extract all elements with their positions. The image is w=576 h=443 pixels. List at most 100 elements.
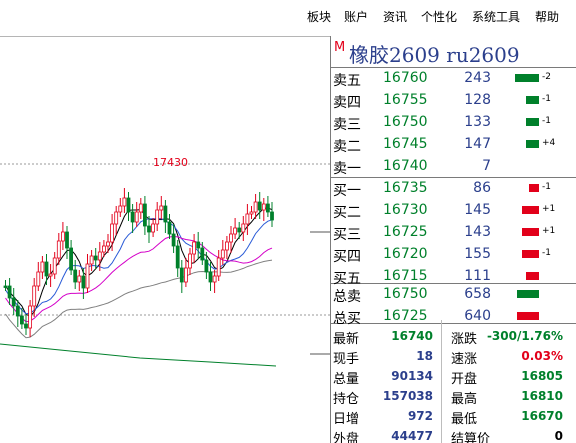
order-volume: 145: [464, 202, 491, 218]
stat-value: -300/1.76%: [486, 329, 563, 343]
order-price[interactable]: 16750: [383, 114, 428, 130]
candle-body: [179, 267, 184, 283]
order-book-row[interactable]: 总买 16725 640: [331, 306, 576, 328]
order-price[interactable]: 16750: [383, 286, 428, 302]
candle-body: [32, 285, 37, 307]
volume-change: -1: [542, 116, 551, 126]
menu-item-help[interactable]: 帮助: [535, 8, 559, 25]
order-book-row[interactable]: 卖四 16755 128 -1: [331, 90, 576, 112]
candle-body: [229, 233, 233, 243]
order-volume: 7: [482, 158, 491, 174]
candle-body: [3, 285, 8, 288]
order-volume: 658: [464, 286, 491, 302]
candle-body: [24, 323, 28, 329]
order-level-label: 卖一: [333, 161, 361, 177]
order-book-row[interactable]: 总卖 16750 658: [331, 284, 576, 306]
stat-label: 最低: [451, 412, 478, 427]
contract-title[interactable]: 橡胶2609 ru2609: [349, 39, 520, 68]
candle-body: [151, 223, 156, 233]
menu-item-account[interactable]: 账户: [344, 8, 368, 25]
stat-value: 90134: [391, 369, 433, 383]
candle-body: [155, 209, 160, 225]
order-price[interactable]: 16735: [383, 180, 428, 196]
candle-body: [208, 271, 213, 283]
menu-item-personalize[interactable]: 个性化: [421, 8, 457, 25]
order-book-row[interactable]: 买一 16735 86 -1: [331, 178, 576, 200]
order-level-label: 买四: [333, 249, 361, 265]
volume-change: +4: [542, 138, 556, 148]
order-price[interactable]: 16730: [383, 202, 428, 218]
candle-body: [237, 227, 242, 233]
candle-body: [69, 247, 73, 271]
order-level-label: 买一: [333, 183, 361, 199]
menu-item-sector[interactable]: 板块: [307, 8, 331, 25]
order-price[interactable]: 16720: [383, 246, 428, 262]
candle-body: [142, 203, 147, 227]
order-level-label: 总买: [333, 311, 361, 327]
order-level-label: 总卖: [333, 289, 361, 305]
order-level-label: 卖五: [333, 73, 361, 89]
candle-body: [196, 241, 201, 249]
kline-chart-canvas: [0, 36, 330, 367]
order-volume: 111: [464, 268, 491, 284]
order-volume: 155: [464, 246, 491, 262]
order-book-row[interactable]: 卖三 16750 133 -1: [331, 112, 576, 134]
candle-body: [7, 285, 12, 299]
order-volume: 640: [464, 308, 491, 324]
order-book-row[interactable]: 卖五 16760 243 -2: [331, 68, 576, 90]
order-book-row[interactable]: 买二 16730 145 +1: [331, 200, 576, 222]
volume-change: +1: [542, 204, 556, 214]
candle-body: [28, 305, 33, 329]
candle-body: [81, 275, 86, 289]
order-price[interactable]: 16725: [383, 224, 428, 240]
stat-label: 涨跌: [451, 332, 478, 347]
candle-body: [257, 201, 262, 211]
stat-value: 972: [407, 409, 433, 423]
stat-label: 总量: [333, 372, 360, 387]
candle-body: [102, 245, 106, 253]
order-price[interactable]: 16740: [383, 158, 428, 174]
volume-bar: [526, 96, 539, 104]
candle-body: [56, 240, 61, 259]
volume-change: -2: [542, 72, 551, 82]
stat-value: 16670: [521, 409, 563, 423]
candle-body: [106, 241, 110, 247]
candle-body: [200, 247, 205, 261]
order-volume: 128: [464, 92, 491, 108]
quote-header: M 橡胶2609 ru2609: [331, 36, 576, 68]
candle-body: [220, 249, 225, 259]
order-volume: 143: [464, 224, 491, 240]
order-price[interactable]: 16755: [383, 92, 428, 108]
candle-body: [265, 203, 270, 213]
menu-item-news[interactable]: 资讯: [383, 8, 407, 25]
candle-body: [233, 227, 238, 235]
order-price[interactable]: 16725: [383, 308, 428, 324]
volume-bar: [522, 228, 539, 236]
volume-change: -1: [542, 94, 551, 104]
candle-body: [204, 259, 209, 273]
order-level-label: 买三: [333, 227, 361, 243]
stat-label: 持仓: [333, 392, 360, 407]
volume-bar: [526, 272, 539, 280]
order-price[interactable]: 16745: [383, 136, 428, 152]
order-price[interactable]: 16715: [383, 268, 428, 284]
candle-body: [130, 211, 135, 223]
order-price[interactable]: 16760: [383, 70, 428, 86]
volume-bar: [515, 74, 539, 82]
menu-bar: 板块 账户 资讯 个性化 系统工具 帮助: [0, 0, 576, 31]
order-book-row[interactable]: 卖二 16745 147 +4: [331, 134, 576, 156]
stat-row: 外盘 44477 结算价 0: [331, 426, 576, 443]
stat-value: 16805: [521, 369, 563, 383]
order-volume: 86: [473, 180, 491, 196]
menu-item-system-tools[interactable]: 系统工具: [472, 8, 520, 25]
order-book-row[interactable]: 卖一 16740 7: [331, 156, 576, 178]
stat-label: 现手: [333, 352, 360, 367]
order-book-row[interactable]: 买三 16725 143 +1: [331, 222, 576, 244]
stat-row: 总量 90134 开盘 16805: [331, 366, 576, 387]
candle-body: [44, 261, 49, 277]
order-volume: 133: [464, 114, 491, 130]
order-book-row[interactable]: 买四 16720 155 -1: [331, 244, 576, 266]
candle-body: [110, 223, 114, 243]
candle-body: [175, 245, 180, 269]
kline-chart[interactable]: 17430: [0, 36, 330, 443]
